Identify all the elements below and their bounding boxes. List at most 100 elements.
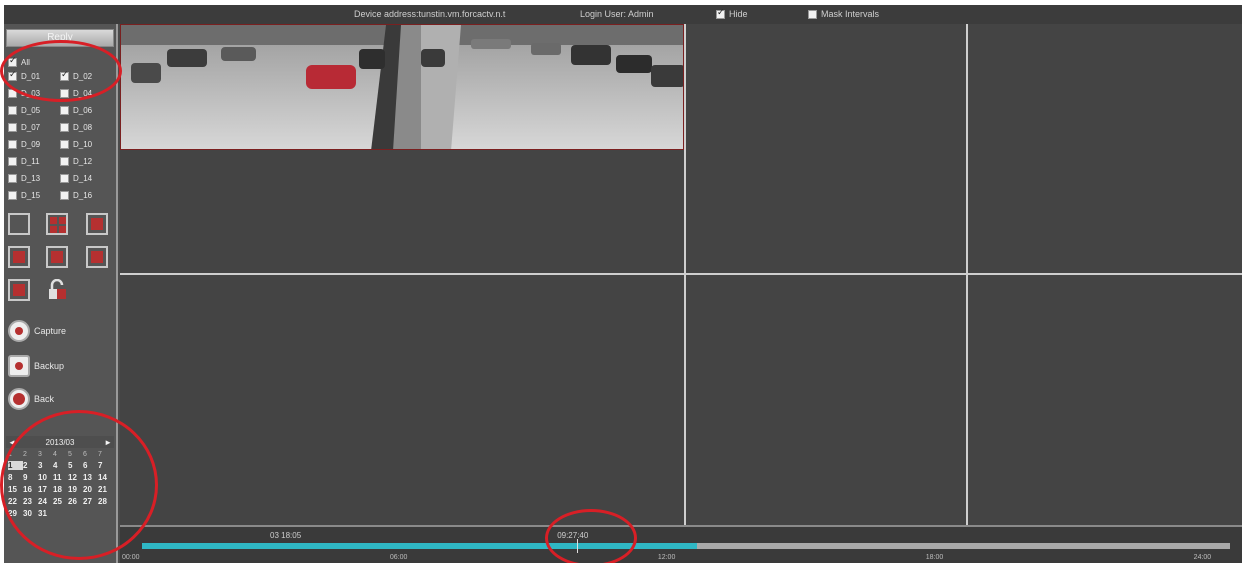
calendar-day[interactable]: 19 (68, 485, 83, 494)
channel-checkbox[interactable]: D_13 (8, 172, 60, 185)
calendar-day[interactable]: 30 (23, 509, 38, 518)
mask-intervals-checkbox[interactable]: Mask Intervals (808, 9, 879, 19)
calendar-day[interactable]: 23 (23, 497, 38, 506)
calendar-day[interactable]: 22 (8, 497, 23, 506)
channel-checkbox[interactable]: D_02 (60, 70, 112, 83)
calendar-weekday: 6 (83, 451, 87, 458)
channel-checkbox[interactable]: D_07 (8, 121, 60, 134)
calendar-day[interactable]: 31 (38, 509, 53, 518)
channel-checkbox[interactable]: D_08 (60, 121, 112, 134)
calendar-day[interactable]: 14 (98, 473, 113, 482)
timeline-track[interactable] (142, 543, 1230, 549)
channel-checkbox[interactable]: D_16 (60, 189, 112, 202)
checkbox-icon[interactable] (8, 157, 17, 166)
channel-label: D_13 (21, 174, 41, 183)
checkbox-icon[interactable] (8, 123, 17, 132)
checkbox-icon[interactable] (808, 9, 817, 19)
checkbox-icon[interactable] (8, 106, 17, 115)
layout-4x4-button[interactable] (46, 246, 68, 268)
calendar-day[interactable]: 7 (98, 461, 113, 470)
calendar-day[interactable]: 8 (8, 473, 23, 482)
channel-label: D_08 (73, 123, 93, 132)
calendar-day[interactable]: 16 (23, 485, 38, 494)
calendar-day[interactable]: 29 (8, 509, 23, 518)
channel-label: D_15 (21, 191, 41, 200)
device-address-text: Device address:tunstin.vm.forcactv.n.t (354, 9, 506, 19)
calendar-weekday: 4 (53, 451, 57, 458)
checkbox-icon[interactable] (60, 70, 69, 81)
checkbox-icon[interactable] (60, 89, 69, 98)
layout-6x6-button[interactable] (8, 279, 30, 301)
channel-checkbox[interactable]: D_11 (8, 155, 60, 168)
layout-1x1-button[interactable] (8, 213, 30, 235)
layout-single-button[interactable] (86, 213, 108, 235)
playback-timeline[interactable]: 03 18:05 09:27:40 00:00 06:00 12:00 18:00 24… (120, 525, 1242, 563)
calendar-day[interactable]: 26 (68, 497, 83, 506)
channel-checkbox[interactable]: D_01 (8, 70, 60, 83)
calendar-day[interactable]: 20 (83, 485, 98, 494)
calendar-day[interactable]: 25 (53, 497, 68, 506)
checkbox-icon[interactable] (60, 157, 69, 166)
reply-button[interactable]: Reply (6, 29, 114, 47)
layout-3x3-button[interactable] (8, 246, 30, 268)
capture-button[interactable]: Capture (8, 320, 66, 342)
calendar-weekday: 5 (68, 451, 72, 458)
layout-5x5-button[interactable] (86, 246, 108, 268)
calendar-day[interactable]: 28 (98, 497, 113, 506)
checkbox-icon[interactable] (60, 174, 69, 183)
channel-checkbox[interactable]: D_12 (60, 155, 112, 168)
calendar-day[interactable]: 6 (83, 461, 98, 470)
channel-checkbox[interactable]: D_10 (60, 138, 112, 151)
calendar-month: 2013/03 (45, 437, 75, 447)
checkbox-icon[interactable] (8, 56, 17, 67)
calendar-weekday: 3 (38, 451, 42, 458)
checkbox-icon[interactable] (60, 191, 69, 200)
calendar-prev-icon[interactable]: ◄ (8, 438, 16, 447)
channel-checkbox[interactable]: D_15 (8, 189, 60, 202)
checkbox-icon[interactable] (8, 89, 17, 98)
checkbox-icon[interactable] (8, 140, 17, 149)
checkbox-icon[interactable] (60, 140, 69, 149)
calendar-day[interactable]: 15 (8, 485, 23, 494)
calendar-day[interactable]: 4 (53, 461, 68, 470)
calendar-day[interactable]: 2 (23, 461, 38, 470)
calendar-day[interactable]: 24 (38, 497, 53, 506)
calendar-day[interactable]: 10 (38, 473, 53, 482)
calendar-day[interactable]: 27 (83, 497, 98, 506)
camera-feed-d01[interactable] (120, 24, 684, 150)
checkbox-icon[interactable] (8, 70, 17, 81)
calendar-next-icon[interactable]: ► (104, 438, 112, 447)
calendar-day[interactable]: 3 (38, 461, 53, 470)
calendar-day[interactable]: 1 (8, 461, 23, 470)
unlock-icon[interactable] (46, 278, 68, 301)
backup-button[interactable]: Backup (8, 355, 64, 377)
channel-checkbox[interactable]: D_14 (60, 172, 112, 185)
channel-checkbox[interactable]: D_03 (8, 87, 60, 100)
calendar-day[interactable]: 5 (68, 461, 83, 470)
channel-checkbox[interactable]: D_05 (8, 104, 60, 117)
hide-label: Hide (729, 9, 748, 19)
checkbox-icon[interactable] (60, 123, 69, 132)
calendar-day[interactable]: 13 (83, 473, 98, 482)
calendar-day[interactable]: 9 (23, 473, 38, 482)
channel-label: D_10 (73, 140, 93, 149)
channel-all-checkbox[interactable]: All (8, 54, 116, 70)
calendar-day[interactable]: 11 (53, 473, 68, 482)
calendar-day[interactable]: 12 (68, 473, 83, 482)
timeline-cursor-handle[interactable] (577, 539, 579, 553)
capture-icon (8, 320, 30, 342)
checkbox-icon[interactable] (60, 106, 69, 115)
calendar-day[interactable]: 18 (53, 485, 68, 494)
calendar-day[interactable]: 21 (98, 485, 113, 494)
checkbox-icon[interactable] (716, 8, 725, 19)
back-button[interactable]: Back (8, 388, 54, 410)
checkbox-icon[interactable] (8, 191, 17, 200)
hide-checkbox[interactable]: Hide (716, 8, 748, 19)
layout-2x2-button[interactable] (46, 213, 68, 235)
timeline-tick-label: 24:00 (1193, 554, 1212, 561)
calendar-day[interactable]: 17 (38, 485, 53, 494)
checkbox-icon[interactable] (8, 174, 17, 183)
channel-checkbox[interactable]: D_04 (60, 87, 112, 100)
channel-checkbox[interactable]: D_06 (60, 104, 112, 117)
channel-checkbox[interactable]: D_09 (8, 138, 60, 151)
